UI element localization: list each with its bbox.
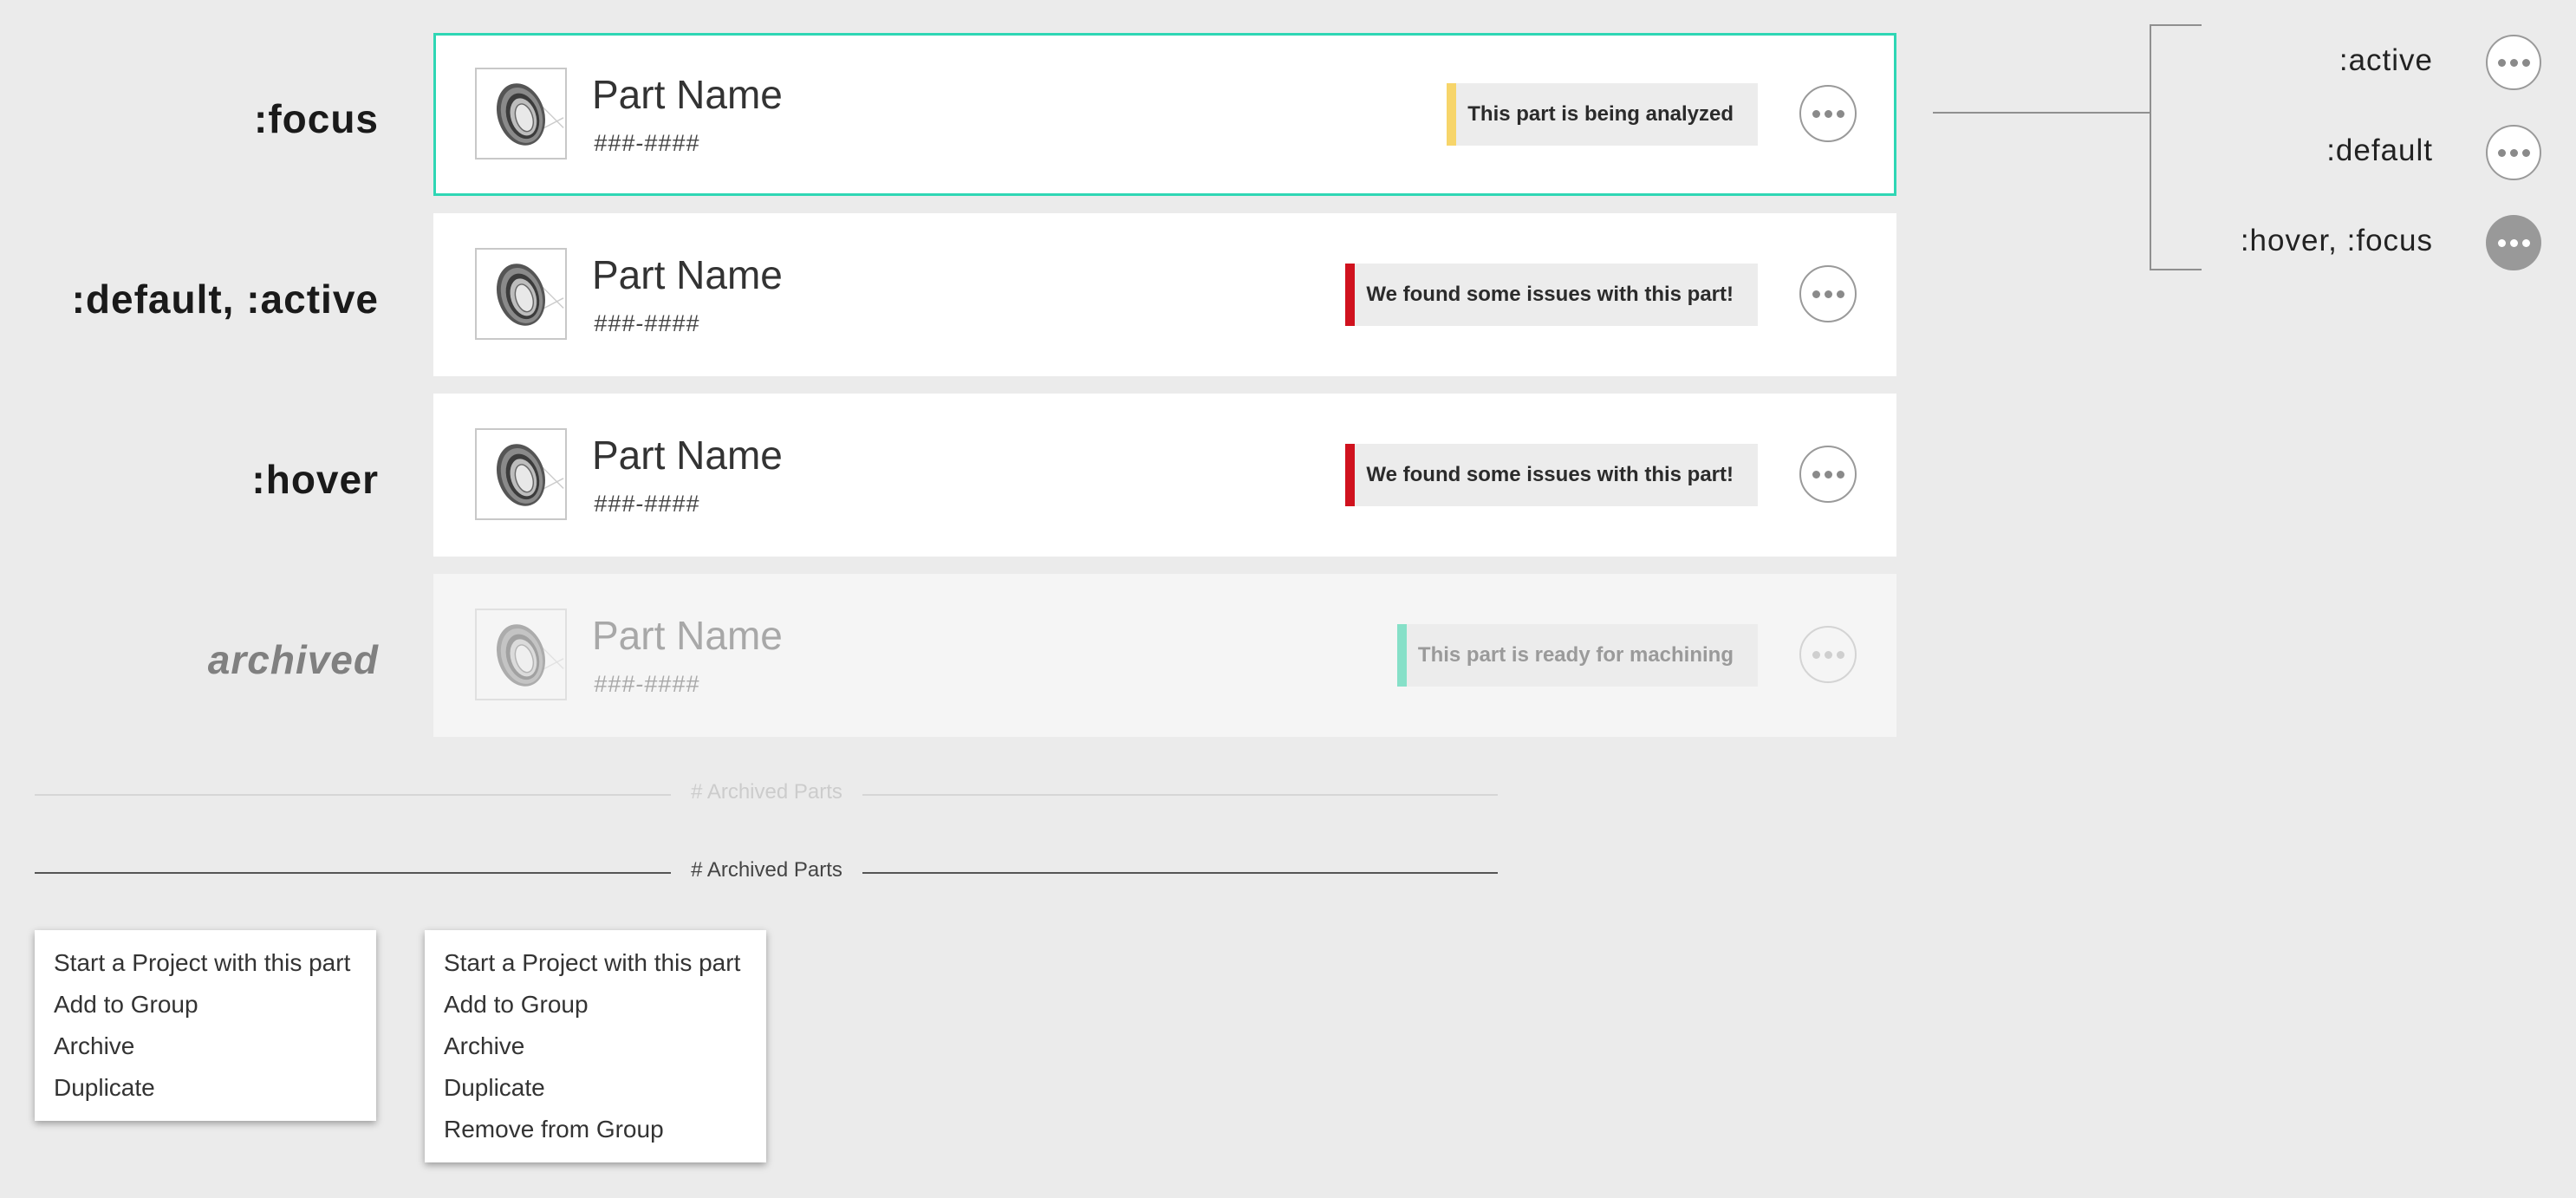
status-color-bar [1447, 83, 1457, 146]
more-dot [2521, 238, 2530, 247]
more-dots-icon [1812, 290, 1820, 298]
menu-item-remove-from-group[interactable]: Remove from Group [425, 1109, 766, 1150]
status-badge: This part is being analyzed [1447, 83, 1758, 146]
part-name: Part Name [592, 433, 783, 478]
menu-item-archive[interactable]: Archive [425, 1025, 766, 1067]
part-card-hover[interactable]: Part Name ###-#### We found some issues … [433, 394, 1896, 557]
more-dot [2521, 148, 2530, 157]
part-card-focus[interactable]: Part Name ###-#### This part is being an… [433, 33, 1896, 196]
divider-label: # Archived Parts [691, 780, 842, 804]
more-dots-icon [2497, 58, 2506, 67]
archived-parts-divider[interactable]: # Archived Parts [35, 851, 1498, 895]
more-dot [2509, 148, 2518, 157]
legend-label-active: :active [2339, 43, 2433, 77]
bearing-part-icon [475, 428, 567, 520]
more-dot [1824, 650, 1832, 659]
more-dot [1824, 290, 1832, 298]
more-button-active-sample[interactable] [2486, 35, 2541, 90]
menu-item-start-project[interactable]: Start a Project with this part [425, 942, 766, 984]
status-text: We found some issues with this part! [1366, 283, 1734, 306]
more-dot [1836, 109, 1844, 118]
divider-line [35, 872, 671, 874]
legend-label-default: :default [2326, 133, 2433, 167]
menu-item-duplicate[interactable]: Duplicate [35, 1067, 376, 1109]
part-number: ###-#### [594, 491, 700, 517]
part-number: ###-#### [594, 671, 700, 697]
status-text: This part is being analyzed [1467, 102, 1734, 126]
more-dots-icon [1812, 650, 1820, 659]
status-badge: We found some issues with this part! [1345, 444, 1758, 506]
part-name: Part Name [592, 72, 783, 117]
state-label-focus: :focus [254, 96, 379, 141]
more-options-button[interactable] [1799, 265, 1857, 322]
more-dots-icon [2497, 148, 2506, 157]
status-badge: This part is ready for machining [1396, 624, 1758, 687]
state-label-hover: :hover [251, 457, 379, 502]
more-dot [2509, 58, 2518, 67]
more-dots-icon [1812, 470, 1820, 479]
divider-line [862, 794, 1498, 796]
more-dot [1836, 650, 1844, 659]
more-dots-icon [1812, 109, 1820, 118]
more-dot [1836, 470, 1844, 479]
archived-parts-divider-faded[interactable]: # Archived Parts [35, 773, 1498, 817]
more-options-button[interactable] [1799, 85, 1857, 142]
menu-item-add-to-group[interactable]: Add to Group [35, 984, 376, 1025]
part-number: ###-#### [594, 130, 700, 156]
part-name: Part Name [592, 613, 783, 658]
divider-label: # Archived Parts [691, 858, 842, 882]
more-options-button[interactable] [1799, 446, 1857, 503]
bearing-part-icon [475, 68, 567, 160]
status-text: We found some issues with this part! [1366, 463, 1734, 486]
divider-line [862, 872, 1498, 874]
more-button-default-sample[interactable] [2486, 125, 2541, 180]
legend-label-hover-focus: :hover, :focus [2240, 224, 2433, 257]
more-button-hover-sample[interactable] [2486, 215, 2541, 270]
divider-line [35, 794, 671, 796]
part-context-menu-grouped: Start a Project with this part Add to Gr… [425, 930, 766, 1162]
part-card-default[interactable]: Part Name ###-#### We found some issues … [433, 213, 1896, 376]
more-dot [1824, 470, 1832, 479]
more-dot [2509, 238, 2518, 247]
status-color-bar [1396, 624, 1407, 687]
part-number: ###-#### [594, 310, 700, 336]
more-dot [1824, 109, 1832, 118]
state-label-default-active: :default, :active [71, 277, 379, 322]
more-dot [2521, 58, 2530, 67]
more-options-button[interactable] [1799, 626, 1857, 683]
status-color-bar [1345, 444, 1356, 506]
legend-connector-line [1933, 112, 2151, 114]
more-dots-icon [2497, 238, 2506, 247]
status-color-bar [1345, 264, 1356, 326]
menu-item-add-to-group[interactable]: Add to Group [425, 984, 766, 1025]
menu-item-archive[interactable]: Archive [35, 1025, 376, 1067]
part-name: Part Name [592, 252, 783, 297]
status-badge: We found some issues with this part! [1345, 264, 1758, 326]
status-text: This part is ready for machining [1417, 643, 1734, 667]
part-card-archived[interactable]: Part Name ###-#### This part is ready fo… [433, 574, 1896, 737]
state-label-archived: archived [207, 637, 379, 682]
bearing-part-icon [475, 248, 567, 340]
more-dot [1836, 290, 1844, 298]
part-context-menu: Start a Project with this part Add to Gr… [35, 930, 376, 1121]
bearing-part-icon [475, 609, 567, 700]
menu-item-duplicate[interactable]: Duplicate [425, 1067, 766, 1109]
menu-item-start-project[interactable]: Start a Project with this part [35, 942, 376, 984]
